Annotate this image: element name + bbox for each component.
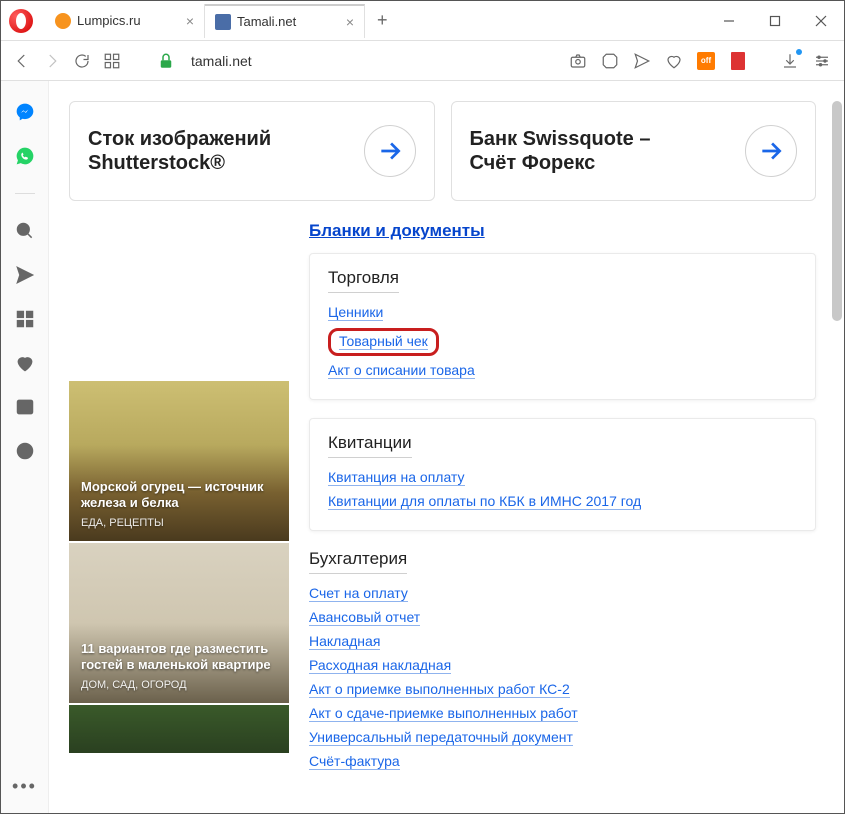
feed-title: 11 вариантов где разместить гостей в мал… [81, 641, 277, 674]
opera-menu-icon[interactable] [9, 9, 33, 33]
tab-lumpics[interactable]: Lumpics.ru × [45, 4, 205, 38]
downloads-icon[interactable] [780, 51, 800, 71]
speed-dial-sidebar-icon[interactable] [14, 308, 36, 330]
doc-link[interactable]: Авансовый отчет [309, 609, 420, 626]
panel-receipts: Квитанции Квитанция на оплату Квитанции … [309, 418, 816, 531]
doc-link[interactable]: Счёт-фактура [309, 753, 400, 770]
ad-card-shutterstock[interactable]: Сток изображенийShutterstock® [69, 101, 435, 201]
flow-icon[interactable] [14, 264, 36, 286]
easy-setup-icon[interactable] [812, 51, 832, 71]
arrow-right-icon [745, 125, 797, 177]
doc-link[interactable]: Акт о приемке выполненных работ КС-2 [309, 681, 570, 698]
tab-tamali[interactable]: Tamali.net × [205, 4, 365, 38]
address-toolbar: tamali.net off [1, 41, 844, 81]
documents-header-link[interactable]: Бланки и документы [309, 221, 485, 241]
lock-icon[interactable] [157, 52, 175, 70]
feed-title: Морской огурец — источник железа и белка [81, 479, 277, 512]
feed-category: ЕДА, РЕЦЕПТЫ [81, 517, 277, 529]
snapshot-icon[interactable] [568, 51, 588, 71]
scrollbar-thumb[interactable] [832, 101, 842, 321]
news-feed: Морской огурец — источник железа и белка… [69, 221, 289, 774]
maximize-button[interactable] [752, 1, 798, 41]
panel-trade: Торговля Ценники Товарный чек Акт о спис… [309, 253, 816, 400]
title-bar: Lumpics.ru × Tamali.net × + [1, 1, 844, 41]
search-icon[interactable] [14, 220, 36, 242]
bookmarks-icon[interactable] [14, 352, 36, 374]
doc-link-highlighted[interactable]: Товарный чек [339, 333, 428, 350]
feed-card[interactable]: Морской огурец — источник железа и белка… [69, 381, 289, 541]
feed-category: ДОМ, САД, ОГОРОД [81, 679, 277, 691]
left-sidebar: ••• [1, 81, 49, 813]
forward-button[interactable] [43, 52, 61, 70]
sidebar-more-icon[interactable]: ••• [12, 776, 37, 797]
back-button[interactable] [13, 52, 31, 70]
doc-link[interactable]: Квитанции для оплаты по КБК в ИМНС 2017 … [328, 493, 641, 510]
main-row: Морской огурец — источник железа и белка… [49, 201, 844, 774]
section-title: Бухгалтерия [309, 549, 407, 574]
history-icon[interactable] [14, 440, 36, 462]
ads-row: Сток изображенийShutterstock® Банк Swiss… [49, 81, 844, 201]
tab-label: Tamali.net [237, 14, 296, 29]
tab-label: Lumpics.ru [77, 13, 141, 28]
doc-link[interactable]: Расходная накладная [309, 657, 451, 674]
feed-card[interactable] [69, 705, 289, 753]
doc-link[interactable]: Квитанция на оплату [328, 469, 465, 486]
extension-red-icon[interactable] [728, 51, 748, 71]
window-controls [706, 1, 844, 41]
ad-text: Банк Swissquote –Счёт Форекс [470, 127, 746, 175]
sidebar-separator [15, 193, 35, 194]
section-title: Квитанции [328, 433, 412, 458]
doc-link[interactable]: Универсальный передаточный документ [309, 729, 573, 746]
favicon-lumpics [55, 13, 71, 29]
extension-orange-icon[interactable]: off [696, 51, 716, 71]
doc-link[interactable]: Накладная [309, 633, 380, 650]
adblock-icon[interactable] [600, 51, 620, 71]
ad-text: Сток изображенийShutterstock® [88, 127, 364, 175]
heart-icon[interactable] [664, 51, 684, 71]
favicon-tamali [215, 14, 231, 30]
doc-link[interactable]: Акт о сдаче-приемке выполненных работ [309, 705, 578, 722]
feed-card[interactable]: 11 вариантов где разместить гостей в мал… [69, 543, 289, 703]
section-accounting: Бухгалтерия Счет на оплату Авансовый отч… [309, 549, 816, 774]
page-content: Сток изображенийShutterstock® Банк Swiss… [49, 81, 844, 813]
arrow-right-icon [364, 125, 416, 177]
close-tab-icon[interactable]: × [186, 13, 194, 29]
doc-link[interactable]: Акт о списании товара [328, 362, 475, 379]
doc-link[interactable]: Ценники [328, 304, 383, 321]
new-tab-button[interactable]: + [365, 10, 400, 31]
documents-column: Бланки и документы Торговля Ценники Това… [309, 221, 816, 774]
highlight-box: Товарный чек [328, 328, 439, 356]
url-text[interactable]: tamali.net [191, 53, 252, 69]
send-icon[interactable] [632, 51, 652, 71]
close-window-button[interactable] [798, 1, 844, 41]
messenger-icon[interactable] [14, 101, 36, 123]
reload-button[interactable] [73, 52, 91, 70]
minimize-button[interactable] [706, 1, 752, 41]
ad-card-swissquote[interactable]: Банк Swissquote –Счёт Форекс [451, 101, 817, 201]
speed-dial-icon[interactable] [103, 52, 121, 70]
doc-link[interactable]: Счет на оплату [309, 585, 408, 602]
close-tab-icon[interactable]: × [346, 14, 354, 30]
section-title: Торговля [328, 268, 399, 293]
whatsapp-icon[interactable] [14, 145, 36, 167]
news-icon[interactable] [14, 396, 36, 418]
